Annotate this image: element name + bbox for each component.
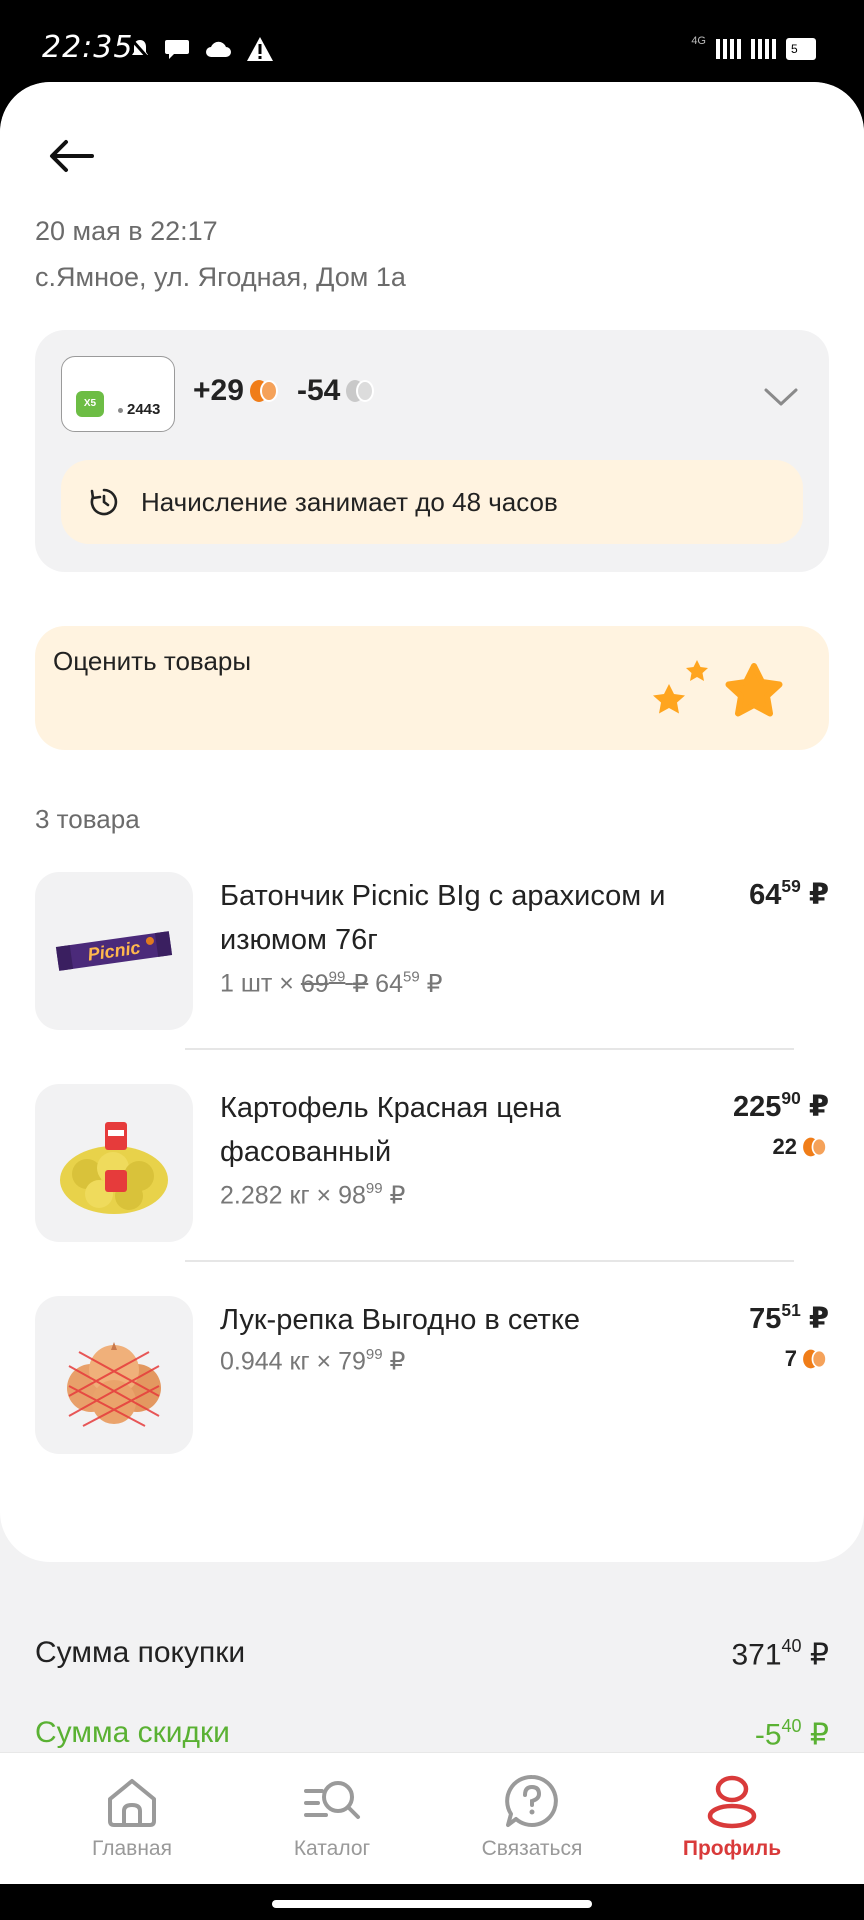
nav-home[interactable]: Главная [52, 1771, 212, 1861]
bonus-summary[interactable]: X5 2443 +29 -54 Начисление занимает до 4… [35, 330, 829, 572]
nav-contact-label: Связаться [481, 1837, 583, 1860]
product-image: Picnic [35, 872, 193, 1030]
card-number: 2443 [118, 401, 160, 418]
order-date: 20 мая в 22:17 [35, 216, 218, 246]
points-spent: -54 [297, 374, 375, 408]
product-total: 6459 ₽ [749, 876, 829, 912]
points-coin-icon [803, 1349, 827, 1369]
nav-profile-label: Профиль [682, 1837, 782, 1860]
list-item[interactable]: Picnic Батончик Picnic BIg с арахисом и … [35, 872, 829, 1052]
list-item[interactable]: Лук-репка Выгодно в сетке 0.944 кг × 799… [35, 1296, 829, 1476]
product-points: 22 [773, 1134, 829, 1160]
notification-icons [130, 36, 274, 62]
product-quantity: 1 шт × 6999 ₽ 6459 ₽ [220, 968, 443, 998]
cloud-icon [206, 41, 231, 57]
points-coin-icon [249, 380, 278, 402]
divider [185, 1260, 794, 1262]
help-chat-icon [505, 1774, 558, 1827]
back-button[interactable] [42, 126, 102, 186]
battery-icon: 5 [786, 38, 816, 60]
rate-products-label: Оценить товары [53, 646, 252, 676]
discount-row: Сумма скидки -540 ₽ [35, 1716, 829, 1753]
signal-icon [716, 39, 741, 59]
total-row: Сумма покупки 37140 ₽ [35, 1636, 829, 1673]
items-count: 3 товара [35, 804, 140, 834]
catalog-search-icon [304, 1781, 360, 1819]
discount-value: -540 ₽ [754, 1716, 829, 1752]
rate-products-banner[interactable]: Оценить товары [35, 626, 829, 750]
status-time: 22:35 [42, 30, 134, 65]
points-coin-grey-icon [346, 380, 375, 402]
system-icons: 4G 5 [691, 35, 816, 60]
product-name: Картофель Красная цена фасованный [220, 1092, 561, 1168]
home-icon [108, 1779, 156, 1827]
product-total: 22590 ₽ [733, 1088, 829, 1124]
accrual-note: Начисление занимает до 48 часов [61, 460, 803, 544]
nav-catalog-label: Каталог [293, 1837, 371, 1860]
signal-icon-2 [751, 39, 776, 59]
divider [185, 1048, 794, 1050]
warning-icon [247, 37, 273, 61]
silent-icon [130, 39, 150, 59]
old-price: 6999 ₽ [300, 968, 369, 998]
arrow-left-icon [50, 140, 94, 172]
discount-label: Сумма скидки [35, 1716, 230, 1749]
profile-icon [707, 1775, 757, 1829]
accrual-text: Начисление занимает до 48 часов [141, 486, 558, 517]
bottom-navigation: Главная Каталог Связаться Профиль [0, 1752, 864, 1884]
product-total: 7551 ₽ [749, 1300, 829, 1336]
new-price: 6459 ₽ [375, 968, 443, 998]
total-value: 37140 ₽ [731, 1636, 829, 1672]
nav-profile[interactable]: Профиль [652, 1771, 812, 1861]
list-item[interactable]: Картофель Красная цена фасованный 2.282 … [35, 1084, 829, 1264]
loyalty-card: X5 2443 [61, 356, 175, 432]
product-quantity: 0.944 кг × 7999 ₽ [220, 1346, 406, 1376]
message-icon [165, 40, 189, 59]
nav-contact[interactable]: Связаться [452, 1771, 612, 1861]
stars-icon [653, 660, 783, 717]
product-name: Батончик Picnic BIg с арахисом и изюмом … [220, 880, 666, 956]
order-details-screen: 20 мая в 22:17 с.Ямное, ул. Ягодная, Дом… [0, 82, 864, 1562]
product-image [35, 1084, 193, 1242]
order-card: 20 мая в 22:17 с.Ямное, ул. Ягодная, Дом… [0, 82, 864, 1562]
status-bar: 22:35 4G 5 [0, 0, 864, 82]
product-quantity: 2.282 кг × 9899 ₽ [220, 1180, 406, 1210]
nav-catalog[interactable]: Каталог [252, 1771, 412, 1861]
points-coin-icon [803, 1137, 827, 1157]
home-indicator[interactable] [272, 1900, 592, 1908]
svg-text:Picnic: Picnic [86, 937, 141, 964]
points-earned: +29 [193, 374, 278, 408]
product-points: 7 [785, 1346, 829, 1372]
clock-refresh-icon [90, 488, 118, 516]
order-address: с.Ямное, ул. Ягодная, Дом 1а [35, 262, 406, 292]
product-name: Лук-репка Выгодно в сетке [220, 1304, 580, 1336]
chevron-down-icon[interactable] [763, 386, 799, 408]
x5-logo: X5 [76, 391, 104, 417]
network-type: 4G [691, 35, 706, 47]
total-label: Сумма покупки [35, 1636, 246, 1669]
product-image [35, 1296, 193, 1454]
nav-home-label: Главная [92, 1837, 172, 1860]
